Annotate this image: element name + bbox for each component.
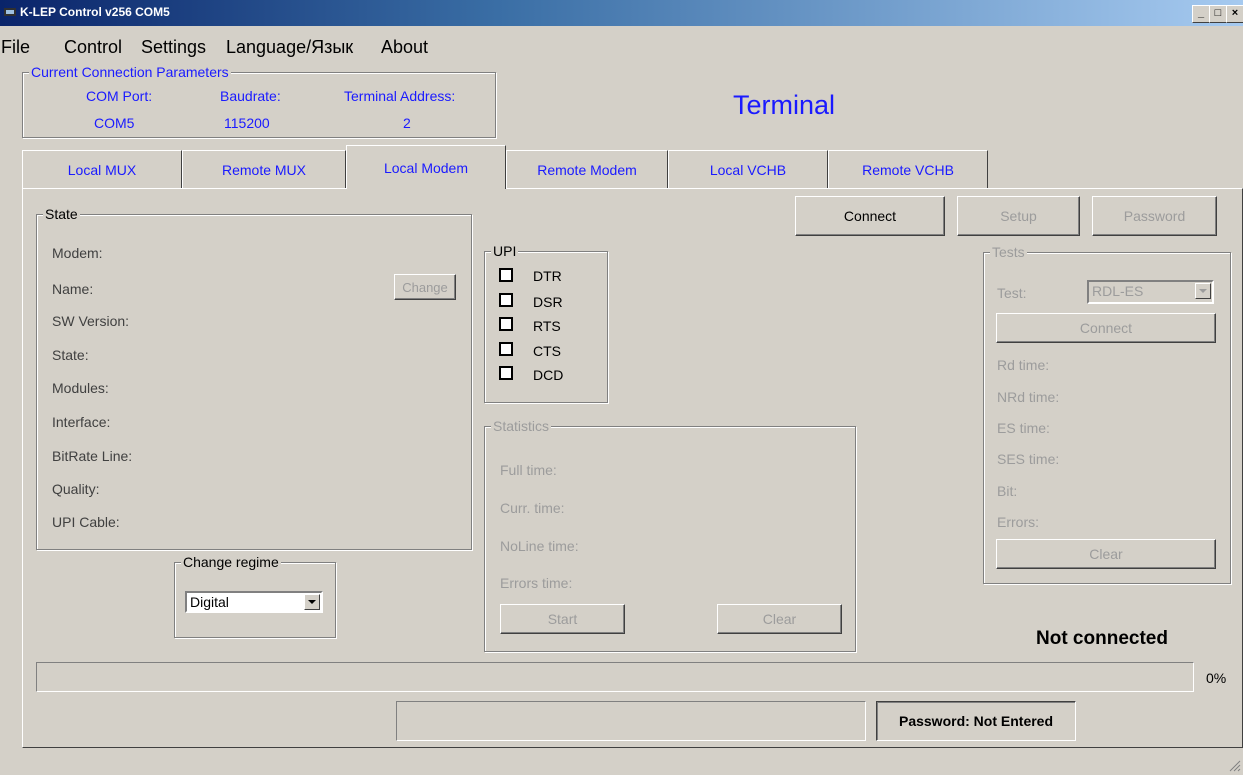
state-legend: State xyxy=(43,206,80,222)
state-field-sw-version: SW Version: xyxy=(52,313,130,329)
password-status: Password: Not Entered xyxy=(876,701,1076,741)
dsr-label: DSR xyxy=(533,294,563,310)
test-field-ses-time: SES time: xyxy=(997,451,1060,467)
terminal-address-label: Terminal Address: xyxy=(344,88,456,104)
state-field-modem: Modem: xyxy=(52,245,103,261)
state-field-state: State: xyxy=(52,347,89,363)
menu-file[interactable]: File xyxy=(1,37,30,58)
test-select[interactable]: RDL-ES xyxy=(1087,280,1214,304)
state-field-quality: Quality: xyxy=(52,481,100,497)
resize-grip-icon[interactable] xyxy=(1227,758,1241,772)
dcd-label: DCD xyxy=(533,367,564,383)
dsr-checkbox[interactable] xyxy=(499,293,513,307)
rts-label: RTS xyxy=(533,318,561,334)
chevron-down-icon[interactable] xyxy=(304,594,320,610)
stat-field-curr-time: Curr. time: xyxy=(500,500,565,516)
progress-bar xyxy=(36,662,1194,692)
test-field-errors: Errors: xyxy=(997,514,1039,530)
page-heading: Terminal xyxy=(733,90,836,120)
status-message-field xyxy=(396,701,866,741)
menu-control[interactable]: Control xyxy=(64,37,122,58)
tab-remote-modem[interactable]: Remote Modem xyxy=(506,150,668,188)
tests-connect-button[interactable]: Connect xyxy=(996,313,1216,343)
test-field-es-time: ES time: xyxy=(997,420,1050,436)
test-field-nrd-time: NRd time: xyxy=(997,389,1060,405)
menu-language[interactable]: Language/Язык xyxy=(226,37,353,58)
tab-remote-vchb[interactable]: Remote VCHB xyxy=(828,150,988,188)
test-field-bit: Bit: xyxy=(997,483,1018,499)
chevron-down-icon[interactable] xyxy=(1195,283,1211,299)
change-regime-legend: Change regime xyxy=(181,554,281,570)
connection-status: Not connected xyxy=(1036,628,1168,649)
minimize-button[interactable]: _ xyxy=(1192,5,1210,23)
stat-field-errors-time: Errors time: xyxy=(500,575,573,591)
tab-remote-mux[interactable]: Remote MUX xyxy=(182,150,346,188)
statistics-start-button[interactable]: Start xyxy=(500,604,625,634)
terminal-address-value: 2 xyxy=(403,115,411,131)
test-field-rd-time: Rd time: xyxy=(997,357,1050,373)
dtr-checkbox[interactable] xyxy=(499,268,513,282)
baudrate-label: Baudrate: xyxy=(220,88,281,104)
title-bar: K-LEP Control v256 COM5 _ □ × xyxy=(0,0,1243,26)
com-port-value: COM5 xyxy=(94,115,135,131)
dcd-checkbox[interactable] xyxy=(499,366,513,380)
state-field-modules: Modules: xyxy=(52,380,109,396)
baudrate-value: 115200 xyxy=(224,115,270,131)
state-field-bitrate-line: BitRate Line: xyxy=(52,448,133,464)
statistics-legend: Statistics xyxy=(491,418,552,434)
close-button[interactable]: × xyxy=(1226,5,1243,23)
tab-local-modem[interactable]: Local Modem xyxy=(346,145,506,189)
dtr-label: DTR xyxy=(533,268,562,284)
com-port-label: COM Port: xyxy=(86,88,153,104)
tab-local-mux[interactable]: Local MUX xyxy=(22,150,182,188)
stat-field-full-time: Full time: xyxy=(500,462,557,478)
regime-select-value: Digital xyxy=(190,594,229,610)
test-label: Test: xyxy=(997,285,1027,301)
password-button[interactable]: Password xyxy=(1092,196,1217,236)
progress-percent: 0% xyxy=(1206,670,1227,686)
tests-legend: Tests xyxy=(990,244,1027,260)
connection-parameters-legend: Current Connection Parameters xyxy=(29,64,231,80)
setup-button[interactable]: Setup xyxy=(957,196,1080,236)
state-field-interface: Interface: xyxy=(52,414,111,430)
change-name-button[interactable]: Change xyxy=(394,274,456,300)
state-field-upi-cable: UPI Cable: xyxy=(52,514,120,530)
test-select-value: RDL-ES xyxy=(1092,283,1144,299)
cts-label: CTS xyxy=(533,343,561,359)
statistics-clear-button[interactable]: Clear xyxy=(717,604,842,634)
menu-about[interactable]: About xyxy=(381,37,428,58)
tests-clear-button[interactable]: Clear xyxy=(996,539,1216,569)
menu-settings[interactable]: Settings xyxy=(141,37,206,58)
maximize-button[interactable]: □ xyxy=(1209,5,1227,23)
state-field-name: Name: xyxy=(52,281,94,297)
app-icon xyxy=(4,8,16,16)
rts-checkbox[interactable] xyxy=(499,317,513,331)
regime-select[interactable]: Digital xyxy=(185,591,323,613)
stat-field-noline-time: NoLine time: xyxy=(500,538,579,554)
upi-legend: UPI xyxy=(491,243,519,259)
tab-local-vchb[interactable]: Local VCHB xyxy=(668,150,828,188)
connect-button[interactable]: Connect xyxy=(795,196,945,236)
cts-checkbox[interactable] xyxy=(499,342,513,356)
window-title: K-LEP Control v256 COM5 xyxy=(20,5,170,19)
